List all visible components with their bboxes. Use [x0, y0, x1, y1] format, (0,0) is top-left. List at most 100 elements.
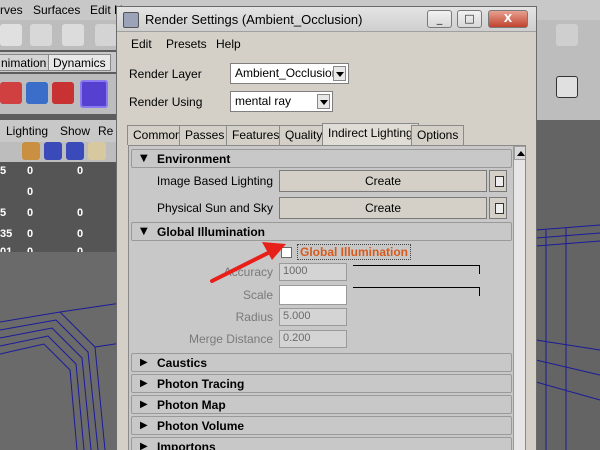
cv-curve-icon[interactable]: [0, 24, 22, 46]
channel-value: 5: [0, 207, 7, 219]
section-environment[interactable]: ▼ Environment: [131, 149, 512, 168]
title-bar[interactable]: Render Settings (Ambient_Occlusion) _ □ …: [117, 7, 536, 32]
section-photon-map[interactable]: ▶ Photon Map: [131, 395, 512, 414]
window-menubar: Edit Presets Help: [117, 33, 536, 55]
panel-menu-lighting[interactable]: Lighting: [6, 124, 48, 138]
scale-swatch[interactable]: [279, 285, 347, 305]
render-using-dropdown[interactable]: mental ray: [230, 91, 333, 112]
grid-icon[interactable]: [22, 142, 40, 160]
section-title: Environment: [157, 152, 231, 166]
shelf-tab-dynamics[interactable]: Dynamics: [48, 54, 111, 71]
render-using-label: Render Using: [129, 95, 203, 109]
sphere-icon[interactable]: [26, 82, 48, 104]
panel-menu-show[interactable]: Show: [60, 124, 90, 138]
section-photon-tracing[interactable]: ▶ Photon Tracing: [131, 374, 512, 393]
shelf-tab-animation[interactable]: nimation: [0, 54, 52, 71]
expand-right-icon: ▶: [140, 420, 148, 431]
close-button[interactable]: X: [488, 10, 528, 28]
menu-surfaces[interactable]: Surfaces: [33, 3, 80, 17]
maya-shelf-tabs: nimation Dynamics: [0, 52, 128, 72]
render-layer-label: Render Layer: [129, 67, 202, 81]
image-based-lighting-label: Image Based Lighting: [156, 174, 273, 188]
pencil-curve-icon[interactable]: [62, 24, 84, 46]
expand-down-icon: ▼: [140, 153, 148, 164]
accuracy-label: Accuracy: [223, 265, 273, 279]
panel-toolbar: [0, 142, 128, 162]
maximize-button[interactable]: □: [457, 10, 482, 28]
section-title: Photon Map: [157, 398, 226, 412]
map-button-icon[interactable]: [489, 197, 507, 219]
render-layer-dropdown[interactable]: Ambient_Occlusion: [230, 63, 349, 84]
expand-right-icon: ▶: [140, 378, 148, 389]
maya-shelf: [0, 74, 128, 114]
global-illumination-checkbox[interactable]: [281, 247, 292, 258]
channel-value: 0: [77, 165, 84, 177]
global-illumination-checkbox-label[interactable]: Global Illumination: [297, 244, 411, 260]
menu-help[interactable]: Help: [216, 37, 241, 51]
channel-value: 0: [27, 207, 34, 219]
scroll-up-icon[interactable]: [514, 146, 525, 160]
render-settings-window: Render Settings (Ambient_Occlusion) _ □ …: [116, 6, 537, 450]
section-importons[interactable]: ▶ Importons: [131, 437, 512, 450]
panel-menubar: Lighting Show Re: [0, 120, 128, 142]
map-button-icon[interactable]: [489, 170, 507, 192]
shelf-tool-icon[interactable]: [0, 82, 22, 104]
scale-label: Scale: [242, 288, 273, 302]
section-title: Global Illumination: [157, 225, 265, 239]
tab-indirect-lighting[interactable]: Indirect Lighting: [322, 123, 419, 145]
cube-icon[interactable]: [80, 80, 108, 108]
clapper-icon[interactable]: [556, 24, 578, 46]
chevron-down-icon: [317, 94, 330, 109]
create-sun-sky-button[interactable]: Create: [279, 197, 487, 219]
scale-slider[interactable]: [353, 287, 480, 296]
section-global-illumination[interactable]: ▼ Global Illumination: [131, 222, 512, 241]
minimize-button[interactable]: _: [427, 10, 452, 28]
channel-value: 0: [77, 228, 84, 240]
accuracy-slider[interactable]: [353, 265, 480, 274]
tab-options[interactable]: Options: [411, 125, 465, 145]
render-layer-value: Ambient_Occlusion: [235, 66, 339, 80]
panel-menu-renderer[interactable]: Re: [98, 124, 113, 138]
channel-value: 0: [27, 228, 34, 240]
render-using-value: mental ray: [235, 94, 292, 108]
channel-value: 0: [77, 207, 84, 219]
merge-distance-field[interactable]: 0.200: [279, 330, 347, 348]
maya-right-toolbar: [536, 20, 600, 120]
particle-icon[interactable]: [52, 82, 74, 104]
settings-content: ▼ Environment Image Based Lighting Creat…: [128, 145, 526, 450]
channel-value: 5: [0, 165, 7, 177]
section-title: Photon Volume: [157, 419, 245, 433]
vertical-scrollbar[interactable]: [513, 146, 525, 450]
section-photon-volume[interactable]: ▶ Photon Volume: [131, 416, 512, 435]
shaded-icon[interactable]: [44, 142, 62, 160]
create-ibl-button[interactable]: Create: [279, 170, 487, 192]
light-icon[interactable]: [88, 142, 106, 160]
section-title: Importons: [157, 440, 216, 450]
section-title: Photon Tracing: [157, 377, 245, 391]
menu-presets[interactable]: Presets: [166, 37, 207, 51]
viewport-left[interactable]: [0, 252, 129, 450]
viewport-right[interactable]: [535, 120, 600, 450]
tab-features[interactable]: Features: [226, 125, 286, 145]
menu-edit[interactable]: Edit: [131, 37, 152, 51]
arc-icon[interactable]: [95, 24, 117, 46]
menu-curves[interactable]: rves: [0, 3, 23, 17]
channel-value: 0: [27, 165, 34, 177]
maya-app-icon: [123, 12, 139, 28]
ep-curve-icon[interactable]: [30, 24, 52, 46]
accuracy-field[interactable]: 1000: [279, 263, 347, 281]
tab-passes[interactable]: Passes: [179, 125, 231, 145]
expand-right-icon: ▶: [140, 399, 148, 410]
wireframe-mesh: [0, 301, 129, 450]
textured-icon[interactable]: [66, 142, 84, 160]
expand-right-icon: ▶: [140, 441, 148, 450]
channel-values: 5 0 0 0 5 0 0 35 0 0 01 0 0: [0, 162, 128, 258]
radius-field[interactable]: 5.000: [279, 308, 347, 326]
radius-label: Radius: [235, 310, 273, 324]
section-caustics[interactable]: ▶ Caustics: [131, 353, 512, 372]
settings-tabs: Common Passes Features Quality Indirect …: [127, 123, 527, 145]
checker-icon[interactable]: [556, 76, 578, 98]
expand-right-icon: ▶: [140, 357, 148, 368]
wireframe-mesh: [535, 224, 600, 450]
tab-quality[interactable]: Quality: [279, 125, 329, 145]
